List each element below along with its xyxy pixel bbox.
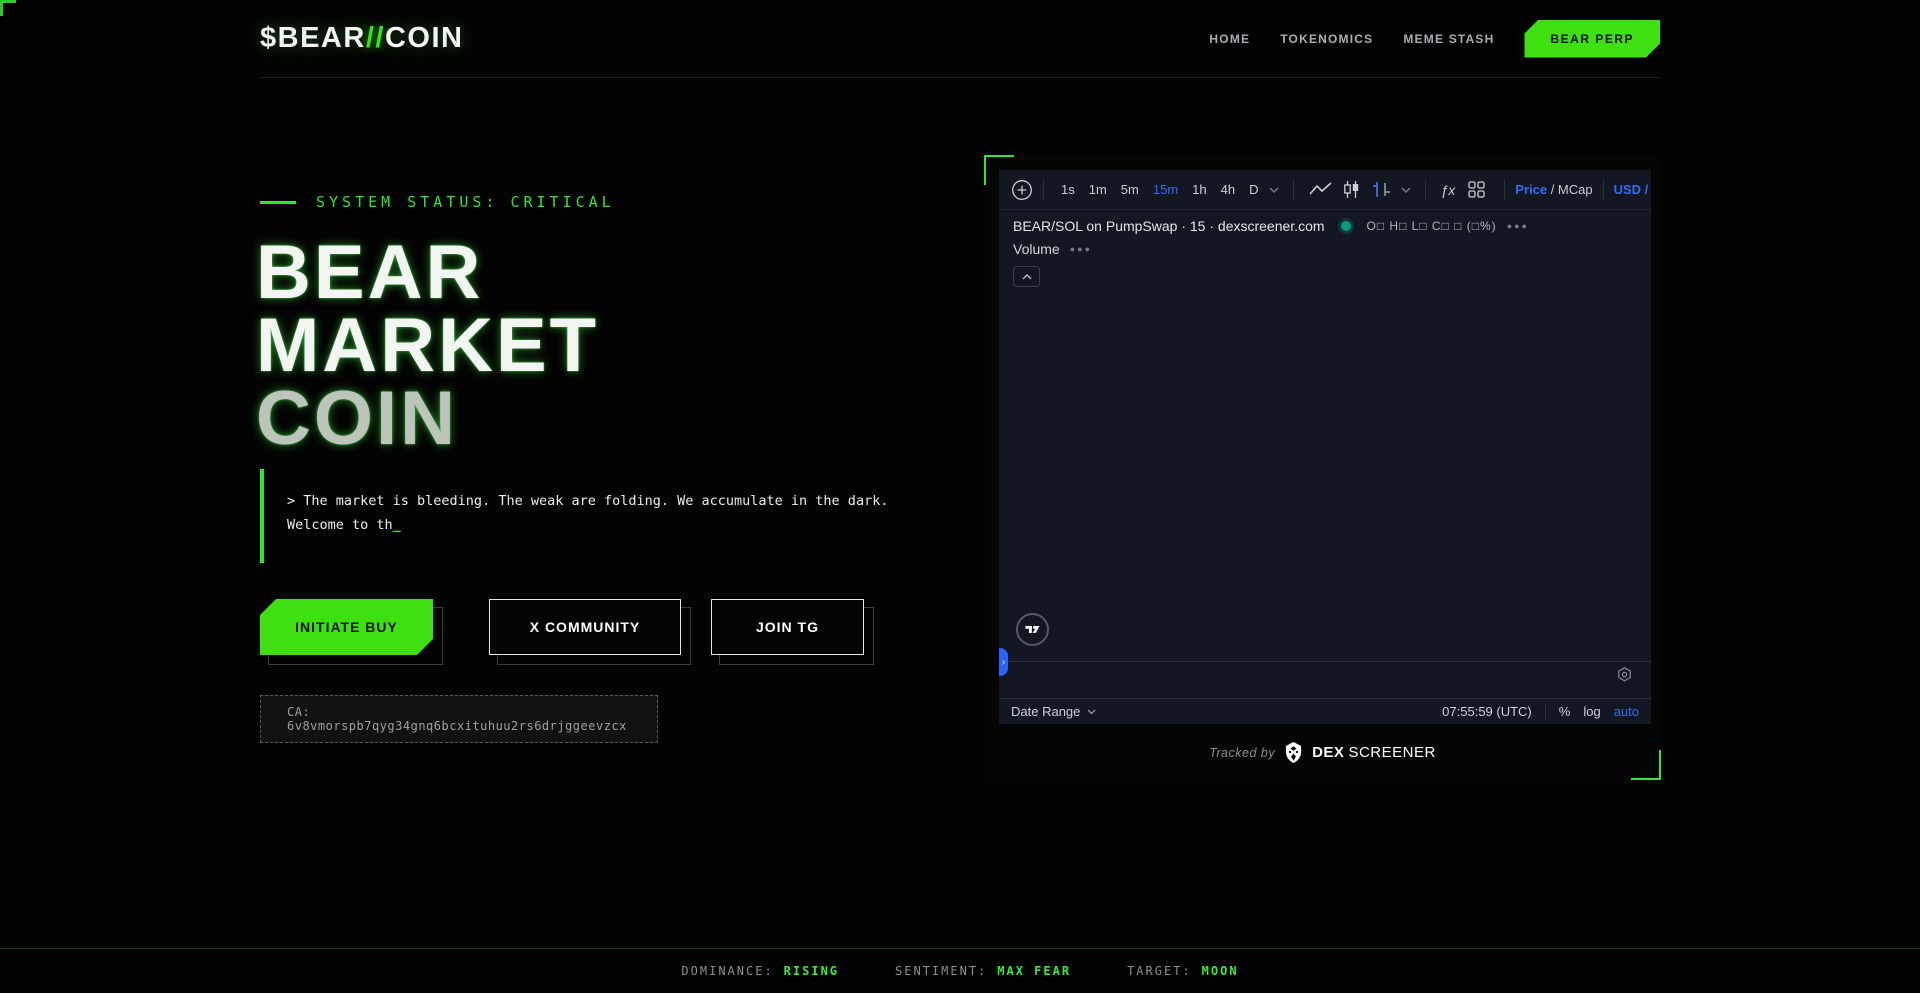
symbol-title[interactable]: BEAR/SOL on PumpSwap · 15 · dexscreener.… xyxy=(1013,218,1325,234)
chevron-down-icon xyxy=(1087,709,1096,715)
axis-right-controls: 07:55:59 (UTC) % log auto xyxy=(1442,704,1639,720)
initiate-buy-label: INITIATE BUY xyxy=(260,599,433,655)
ohlc-values: O□ H□ L□ C□ □ (□%) xyxy=(1367,219,1497,233)
percent-scale-button[interactable]: % xyxy=(1559,704,1571,719)
legend-symbol-row: BEAR/SOL on PumpSwap · 15 · dexscreener.… xyxy=(1013,218,1529,234)
x-community-label: X COMMUNITY xyxy=(489,599,681,655)
auto-scale-button[interactable]: auto xyxy=(1614,704,1639,719)
logo-slashes: // xyxy=(366,22,385,54)
currency-toggle[interactable]: USD / xyxy=(1614,182,1649,197)
footer-stat-sentiment: SENTIMENT: MAX FEAR xyxy=(895,964,1071,978)
toolbar-divider xyxy=(1293,179,1294,201)
tracked-by-row[interactable]: Tracked by DEXSCREENER xyxy=(986,742,1659,763)
nav-link-meme-stash[interactable]: MEME STASH xyxy=(1403,32,1494,46)
settings-gear-icon[interactable] xyxy=(1616,666,1633,683)
more-dots-icon[interactable]: ●●● xyxy=(1070,244,1092,254)
chart-legend: BEAR/SOL on PumpSwap · 15 · dexscreener.… xyxy=(1013,218,1529,287)
market-status-dot-icon xyxy=(1341,221,1351,231)
nav-link-tokenomics[interactable]: TOKENOMICS xyxy=(1280,32,1373,46)
volume-label[interactable]: Volume xyxy=(1013,241,1060,257)
time-axis-bar: Date Range 07:55:59 (UTC) % log auto xyxy=(999,698,1651,724)
footer-stat-dominance: DOMINANCE: RISING xyxy=(681,964,839,978)
date-range-button[interactable]: Date Range xyxy=(1011,704,1096,719)
main-nav: HOME TOKENOMICS MEME STASH BEAR PERP xyxy=(1209,20,1660,58)
toolbar-divider xyxy=(1504,179,1505,201)
title-line-2: MARKET xyxy=(256,309,599,382)
nav-link-home[interactable]: HOME xyxy=(1209,32,1250,46)
terminal-cursor: _ xyxy=(393,517,401,533)
page-corner-bracket xyxy=(0,0,16,16)
initiate-buy-button[interactable]: INITIATE BUY xyxy=(260,599,433,655)
stat-value: MOON xyxy=(1202,964,1239,978)
stat-value: MAX FEAR xyxy=(997,964,1071,978)
dexscreener-brand: DEXSCREENER xyxy=(1312,744,1436,761)
bars-style-icon[interactable] xyxy=(1366,180,1397,199)
timeframe-1d[interactable]: D xyxy=(1242,182,1265,197)
footer-status-bar: DOMINANCE: RISING SENTIMENT: MAX FEAR TA… xyxy=(0,948,1920,993)
system-status: SYSTEM STATUS:CRITICAL xyxy=(260,193,615,211)
tradingview-logo-icon[interactable] xyxy=(1016,613,1049,646)
chevron-down-icon[interactable] xyxy=(1401,187,1411,193)
pane-expand-tab[interactable]: › xyxy=(999,648,1008,676)
timeframe-15m-active[interactable]: 15m xyxy=(1146,182,1185,197)
chart-frame: 1s 1m 5m 15m 1h 4h D xyxy=(986,157,1659,778)
contract-address-box[interactable]: CA: 6v8vmorspb7qyg34gnq6bcxituhuu2rs6drj… xyxy=(260,695,658,743)
terminal-text-line1: > The market is bleeding. The weak are f… xyxy=(287,493,888,509)
terminal-text-line2: Welcome to th xyxy=(287,517,393,533)
chevron-down-icon[interactable] xyxy=(1269,187,1279,193)
contract-address: CA: 6v8vmorspb7qyg34gnq6bcxituhuu2rs6drj… xyxy=(287,705,657,733)
stat-label: SENTIMENT: xyxy=(895,964,987,978)
header: $BEAR//COIN HOME TOKENOMICS MEME STASH B… xyxy=(260,0,1660,78)
dexscreener-owl-icon xyxy=(1284,742,1303,763)
legend-volume-row: Volume ●●● xyxy=(1013,241,1529,257)
footer-stat-target: TARGET: MOON xyxy=(1127,964,1238,978)
stat-value: RISING xyxy=(784,964,839,978)
toolbar-divider xyxy=(1043,179,1044,201)
page: $BEAR//COIN HOME TOKENOMICS MEME STASH B… xyxy=(0,0,1920,993)
tradingview-widget: 1s 1m 5m 15m 1h 4h D xyxy=(999,170,1651,724)
logo[interactable]: $BEAR//COIN xyxy=(260,22,463,55)
candlestick-icon[interactable] xyxy=(1337,180,1366,199)
plus-circle-icon[interactable] xyxy=(1011,179,1033,201)
logo-prefix: $BEAR xyxy=(260,22,366,54)
more-dots-icon[interactable]: ●●● xyxy=(1507,221,1529,231)
status-text: SYSTEM STATUS:CRITICAL xyxy=(316,193,615,211)
title-line-1: BEAR xyxy=(256,236,599,309)
stat-label: TARGET: xyxy=(1127,964,1192,978)
status-dash-icon xyxy=(260,201,296,204)
page-title: BEAR MARKET COIN xyxy=(256,236,599,455)
chart-toolbar: 1s 1m 5m 15m 1h 4h D xyxy=(999,170,1651,210)
timeframe-1m[interactable]: 1m xyxy=(1082,182,1114,197)
timeframe-1h[interactable]: 1h xyxy=(1185,182,1213,197)
pane-divider xyxy=(999,661,1651,662)
hero-buttons: INITIATE BUY X COMMUNITY JOIN TG xyxy=(260,599,864,655)
status-value: CRITICAL xyxy=(510,193,614,211)
timeframe-1s[interactable]: 1s xyxy=(1054,182,1082,197)
timeframe-5m[interactable]: 5m xyxy=(1114,182,1146,197)
utc-clock: 07:55:59 (UTC) xyxy=(1442,704,1532,719)
layout-grid-icon[interactable] xyxy=(1459,181,1494,198)
axis-divider xyxy=(1545,704,1546,720)
join-tg-label: JOIN TG xyxy=(711,599,864,655)
stat-label: DOMINANCE: xyxy=(681,964,773,978)
title-line-3: COIN xyxy=(256,382,599,455)
logo-suffix: COIN xyxy=(385,22,464,54)
toolbar-divider xyxy=(1603,179,1604,201)
chevron-up-icon xyxy=(1022,274,1032,280)
collapse-legend-button[interactable] xyxy=(1013,266,1040,287)
bear-perp-button[interactable]: BEAR PERP xyxy=(1524,20,1660,58)
toolbar-divider xyxy=(1425,179,1426,201)
tracked-by-label: Tracked by xyxy=(1209,746,1275,760)
chevron-right-icon: › xyxy=(1002,657,1005,668)
line-chart-icon[interactable] xyxy=(1304,182,1337,197)
join-tg-button[interactable]: JOIN TG xyxy=(711,599,864,655)
x-community-button[interactable]: X COMMUNITY xyxy=(489,599,681,655)
terminal-quote: > The market is bleeding. The weak are f… xyxy=(260,469,890,563)
fx-indicator-icon[interactable]: ƒx xyxy=(1436,182,1459,198)
timeframe-4h[interactable]: 4h xyxy=(1214,182,1242,197)
log-scale-button[interactable]: log xyxy=(1583,704,1600,719)
price-mcap-toggle[interactable]: Price / MCap xyxy=(1515,182,1592,197)
